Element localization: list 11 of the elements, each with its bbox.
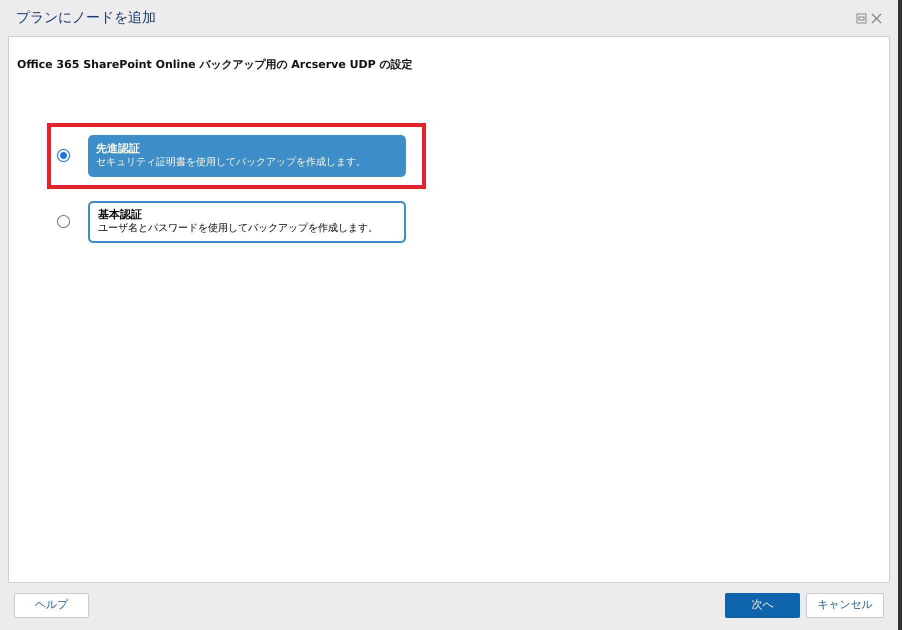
auth-option[interactable]: 先進認証 セキュリティ証明書を使用してバックアップを作成します。 <box>88 134 406 176</box>
next-button[interactable]: 次へ <box>725 593 800 618</box>
heading: Office 365 SharePoint Online バックアップ用の Arcserve UDP の設定 <box>17 57 414 73</box>
radio-button[interactable] <box>57 149 70 162</box>
auth-option[interactable]: 基本認証 ユーザ名とパスワードを使用してバックアップを作成します。 <box>88 200 406 242</box>
close-icon[interactable] <box>871 12 882 24</box>
radio-button[interactable] <box>57 215 70 228</box>
cancel-button[interactable]: キャンセル <box>806 593 884 618</box>
window-title: プランにノードを追加 <box>16 8 156 28</box>
help-button[interactable]: ヘルプ <box>14 593 89 618</box>
restore-icon[interactable] <box>856 12 867 24</box>
